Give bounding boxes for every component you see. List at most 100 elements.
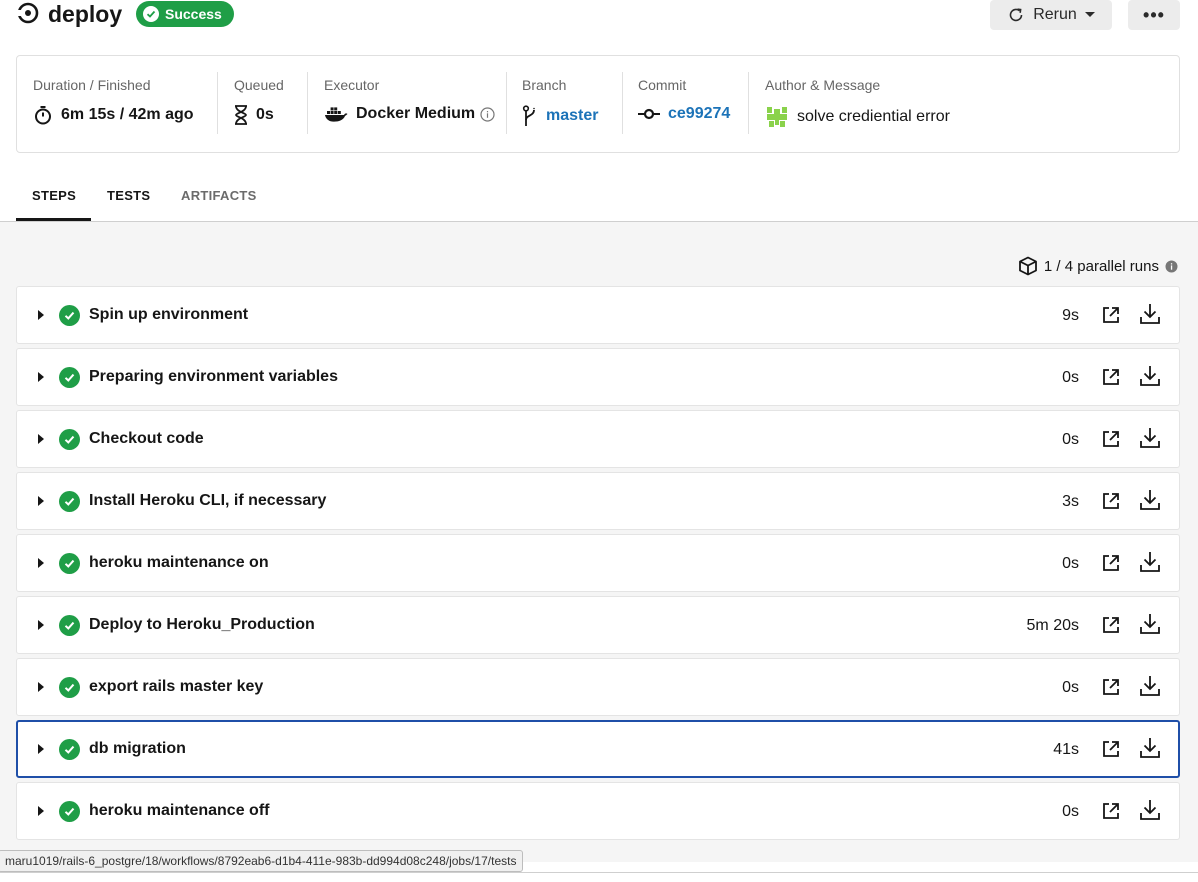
download-icon[interactable] <box>1140 303 1160 325</box>
avatar <box>765 105 789 129</box>
step-row[interactable]: heroku maintenance on 0s <box>16 534 1180 592</box>
author-value: solve crediential error <box>765 105 950 129</box>
success-check-icon <box>59 615 80 636</box>
download-icon[interactable] <box>1140 489 1160 511</box>
step-name: db migration <box>89 740 186 757</box>
external-link-icon[interactable] <box>1101 305 1121 325</box>
success-check-icon <box>59 367 80 388</box>
tab-steps[interactable]: STEPS <box>32 188 76 203</box>
caret-right-icon[interactable] <box>38 682 44 692</box>
author-label: Author & Message <box>765 77 881 93</box>
step-name: Checkout code <box>89 430 204 447</box>
executor-text: Docker Medium <box>356 105 476 122</box>
external-link-icon[interactable] <box>1101 677 1121 697</box>
external-link-icon[interactable] <box>1101 367 1121 387</box>
caret-right-icon[interactable] <box>38 806 44 816</box>
step-row[interactable]: Checkout code 0s <box>16 410 1180 468</box>
commit-label: Commit <box>638 77 687 93</box>
step-row[interactable]: Install Heroku CLI, if necessary 3s <box>16 472 1180 530</box>
step-row[interactable]: heroku maintenance off 0s <box>16 782 1180 840</box>
step-duration: 0s <box>1062 555 1079 572</box>
step-duration: 41s <box>1053 741 1079 758</box>
caret-down-icon <box>1084 12 1095 17</box>
external-link-icon[interactable] <box>1101 429 1121 449</box>
circleci-logo-icon <box>17 2 39 24</box>
step-name: export rails master key <box>89 678 264 695</box>
download-icon[interactable] <box>1140 737 1160 759</box>
step-row[interactable]: Preparing environment variables 0s <box>16 348 1180 406</box>
caret-right-icon[interactable] <box>38 620 44 630</box>
info-divider <box>622 72 623 134</box>
step-row[interactable]: Spin up environment 9s <box>16 286 1180 344</box>
parallel-runs-text: 1 / 4 parallel runs <box>1043 257 1159 275</box>
step-duration: 0s <box>1062 679 1079 696</box>
info-icon[interactable] <box>480 106 495 122</box>
queued-value: 0s <box>234 105 274 125</box>
external-link-icon[interactable] <box>1101 739 1121 759</box>
download-icon[interactable] <box>1140 675 1160 697</box>
download-icon[interactable] <box>1140 427 1160 449</box>
parallel-runs[interactable]: 1 / 4 parallel runs <box>1018 256 1178 276</box>
step-row[interactable]: db migration 41s <box>16 720 1180 778</box>
success-check-icon <box>59 305 80 326</box>
success-check-icon <box>59 677 80 698</box>
executor-label: Executor <box>324 77 380 93</box>
success-check-icon <box>59 801 80 822</box>
download-icon[interactable] <box>1140 551 1160 573</box>
external-link-icon[interactable] <box>1101 491 1121 511</box>
external-link-icon[interactable] <box>1101 801 1121 821</box>
rerun-button[interactable]: Rerun <box>990 0 1112 30</box>
link-preview-url: maru1019/rails-6_postgre/18/workflows/87… <box>0 850 524 872</box>
duration-value: 6m 15s / 42m ago <box>33 105 194 125</box>
tab-artifacts[interactable]: ARTIFACTS <box>181 188 257 203</box>
check-icon <box>143 6 159 22</box>
caret-right-icon[interactable] <box>38 372 44 382</box>
info-divider <box>506 72 507 134</box>
tab-tests[interactable]: TESTS <box>107 188 150 203</box>
caret-right-icon[interactable] <box>38 744 44 754</box>
step-duration: 9s <box>1062 307 1079 324</box>
download-icon[interactable] <box>1140 365 1160 387</box>
rerun-label: Rerun <box>1033 6 1077 23</box>
external-link-icon[interactable] <box>1101 553 1121 573</box>
commit-link[interactable]: ce99274 <box>668 105 730 123</box>
duration-label: Duration / Finished <box>33 77 151 93</box>
divider <box>0 872 1198 873</box>
docker-icon <box>325 107 348 122</box>
success-check-icon <box>59 491 80 512</box>
branch-label: Branch <box>522 77 567 93</box>
caret-right-icon[interactable] <box>38 434 44 444</box>
branch-value[interactable]: master <box>522 105 598 127</box>
stopwatch-icon <box>35 106 51 125</box>
step-duration: 0s <box>1062 803 1079 820</box>
queued-label: Queued <box>234 77 284 93</box>
caret-right-icon[interactable] <box>38 310 44 320</box>
box-icon <box>1019 256 1037 276</box>
git-commit-icon <box>638 108 660 120</box>
download-icon[interactable] <box>1140 799 1160 821</box>
success-check-icon <box>59 429 80 450</box>
caret-right-icon[interactable] <box>38 496 44 506</box>
step-duration: 0s <box>1062 431 1079 448</box>
step-row[interactable]: export rails master key 0s <box>16 658 1180 716</box>
step-duration: 5m 20s <box>1026 617 1079 634</box>
info-icon[interactable] <box>1165 260 1178 273</box>
caret-right-icon[interactable] <box>38 558 44 568</box>
steps-panel: 1 / 4 parallel runs Spin up environment 9… <box>0 222 1198 862</box>
job-tabs: STEPS TESTS ARTIFACTS <box>0 172 1198 222</box>
status-badge-label: Success <box>165 6 222 22</box>
step-duration: 3s <box>1062 493 1079 510</box>
executor-value: Docker Medium <box>324 105 495 123</box>
success-check-icon <box>59 553 80 574</box>
step-duration: 0s <box>1062 369 1079 386</box>
branch-link[interactable]: master <box>546 107 598 125</box>
more-actions-button[interactable]: ••• <box>1128 0 1180 30</box>
step-name: Preparing environment variables <box>89 368 338 385</box>
info-divider <box>307 72 308 134</box>
job-title: deploy <box>48 1 123 27</box>
commit-value[interactable]: ce99274 <box>638 105 730 123</box>
external-link-icon[interactable] <box>1101 615 1121 635</box>
job-info-panel: Duration / Finished 6m 15s / 42m ago Que… <box>16 55 1180 153</box>
step-row[interactable]: Deploy to Heroku_Production 5m 20s <box>16 596 1180 654</box>
download-icon[interactable] <box>1140 613 1160 635</box>
